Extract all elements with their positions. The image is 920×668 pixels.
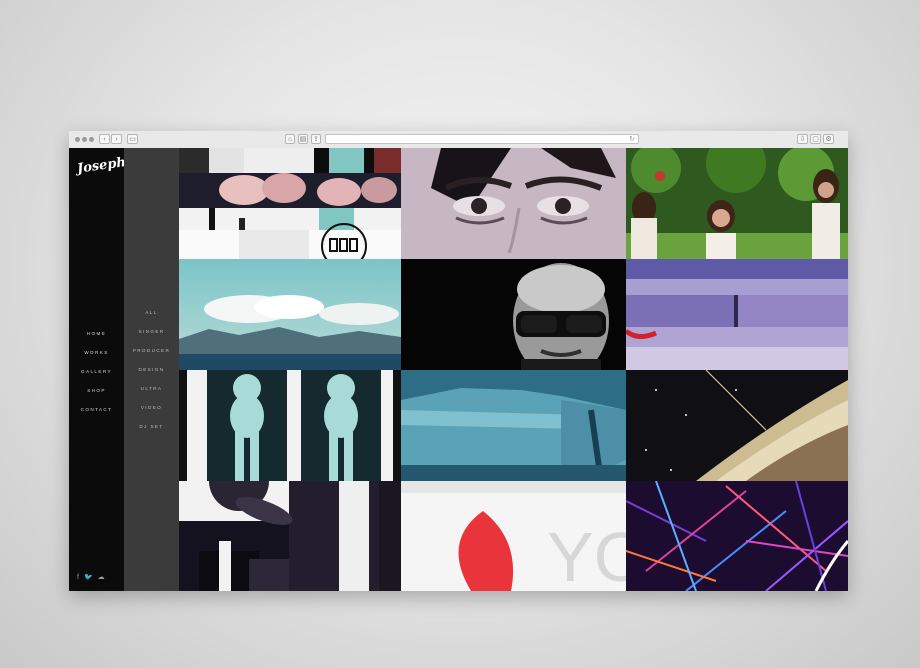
- purple-strips-image: [626, 259, 848, 370]
- browser-toolbar: ‹ › ▭ ⌂ ▤ ⇪ ↻ ⇩ ▢ ⚙: [69, 131, 848, 149]
- nav-list: HOME WORKS GALLERY SHOP CONTACT: [69, 324, 124, 419]
- tile-man-sunglasses[interactable]: [401, 259, 626, 370]
- settings-button[interactable]: ⚙: [823, 134, 834, 144]
- filter-ultra[interactable]: ULTRA: [124, 379, 179, 398]
- logo[interactable]: Joseph.: [76, 154, 131, 176]
- man-sunglasses-image: [401, 259, 626, 370]
- tile-galaxy[interactable]: [626, 370, 848, 481]
- filter-design[interactable]: DESIGN: [124, 360, 179, 379]
- typography-text: YO: [547, 518, 626, 591]
- gallery-grid: YO: [179, 148, 848, 591]
- social-links: f 🐦 ☁: [77, 574, 105, 582]
- tile-ice-cliff[interactable]: [401, 370, 626, 481]
- download-button[interactable]: ⇩: [797, 134, 808, 144]
- window-dot-icon[interactable]: [75, 137, 80, 142]
- women-forest-image: [626, 148, 848, 259]
- nav-item-shop[interactable]: SHOP: [69, 381, 124, 400]
- sidebar-toggle-button[interactable]: ▭: [127, 134, 138, 144]
- address-bar[interactable]: ↻: [325, 134, 639, 144]
- filter-producer[interactable]: PRODUCER: [124, 341, 179, 360]
- tile-women-forest[interactable]: [626, 148, 848, 259]
- tile-clouds-sea[interactable]: [179, 259, 401, 370]
- page-viewport: Joseph. HOME WORKS GALLERY SHOP CONTACT …: [69, 148, 848, 591]
- ice-cliff-image: [401, 370, 626, 481]
- tile-collage-flowers[interactable]: [179, 148, 401, 259]
- filter-dj-set[interactable]: DJ SET: [124, 417, 179, 436]
- tile-abstract-collage[interactable]: [179, 481, 401, 591]
- clouds-sea-image: [179, 259, 401, 370]
- reload-icon[interactable]: ↻: [629, 135, 635, 144]
- statue-figures-image: [179, 370, 401, 481]
- galaxy-image: [626, 370, 848, 481]
- filter-navigation: ALL SINGER PRODUCER DESIGN ULTRA VIDEO D…: [124, 148, 179, 591]
- soundcloud-icon[interactable]: ☁: [98, 574, 105, 582]
- window-dot-icon[interactable]: [89, 137, 94, 142]
- tabs-button[interactable]: ▢: [810, 134, 821, 144]
- filter-video[interactable]: VIDEO: [124, 398, 179, 417]
- home-button[interactable]: ⌂: [285, 134, 295, 144]
- tile-statue-figures[interactable]: [179, 370, 401, 481]
- filter-all[interactable]: ALL: [124, 303, 179, 322]
- tile-woman-eyes[interactable]: [401, 148, 626, 259]
- window-dot-icon[interactable]: [82, 137, 87, 142]
- filter-list: ALL SINGER PRODUCER DESIGN ULTRA VIDEO D…: [124, 303, 179, 436]
- woman-eyes-image: [401, 148, 626, 259]
- tile-typography-red[interactable]: YO: [401, 481, 626, 591]
- neon-grass-image: [626, 481, 848, 591]
- abstract-collage-image: [179, 481, 401, 591]
- twitter-icon[interactable]: 🐦: [84, 574, 93, 582]
- nav-item-works[interactable]: WORKS: [69, 343, 124, 362]
- forward-button[interactable]: ›: [111, 134, 122, 144]
- tile-neon-grass[interactable]: [626, 481, 848, 591]
- bookmarks-button[interactable]: ▤: [298, 134, 308, 144]
- filter-singer[interactable]: SINGER: [124, 322, 179, 341]
- nav-item-home[interactable]: HOME: [69, 324, 124, 343]
- facebook-icon[interactable]: f: [77, 574, 79, 582]
- share-button[interactable]: ⇪: [311, 134, 321, 144]
- back-button[interactable]: ‹: [99, 134, 110, 144]
- tile-purple-strips[interactable]: [626, 259, 848, 370]
- nav-item-contact[interactable]: CONTACT: [69, 400, 124, 419]
- collage-flowers-image: [179, 148, 401, 259]
- nav-item-gallery[interactable]: GALLERY: [69, 362, 124, 381]
- typography-red-image: YO: [401, 481, 626, 591]
- browser-window: ‹ › ▭ ⌂ ▤ ⇪ ↻ ⇩ ▢ ⚙ Joseph. HOME WORKS G…: [69, 131, 848, 591]
- main-navigation: Joseph. HOME WORKS GALLERY SHOP CONTACT …: [69, 148, 131, 591]
